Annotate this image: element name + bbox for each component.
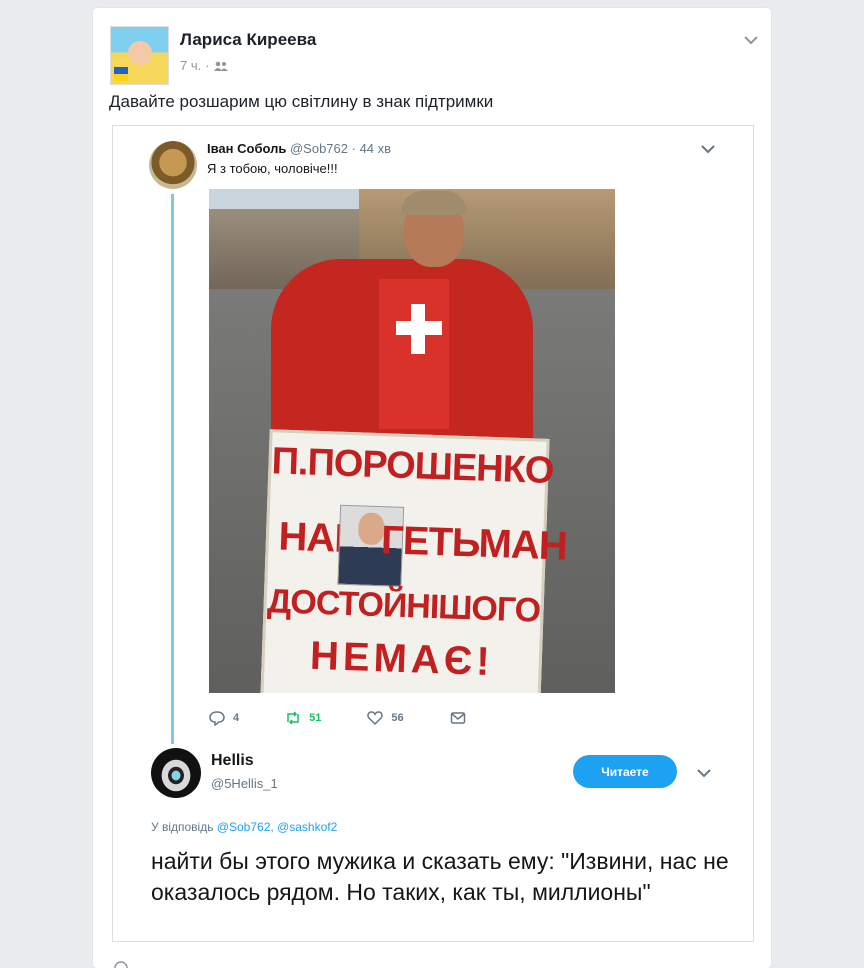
tweet-actions: 4 51 56 [209, 710, 512, 726]
chevron-down-icon[interactable] [741, 32, 761, 48]
following-button[interactable]: Читаете [573, 755, 677, 788]
tweet-author-name: Іван Соболь [207, 141, 287, 156]
reply-author-name: Hellis [211, 752, 254, 769]
tweet-screenshot[interactable]: Іван Соболь @Sob762 · 44 хв Я з тобою, ч… [112, 125, 754, 942]
tweet-author-line: Іван Соболь @Sob762 · 44 хв [207, 141, 391, 156]
replying-to: У відповідь @Sob762, @sashkof2 [151, 820, 337, 834]
sign-line-1: П.ПОРОШЕНКО [270, 440, 555, 493]
reply-author-handle: @5Hellis_1 [211, 776, 278, 791]
mention-sashkof2: @sashkof2 [277, 820, 338, 834]
photo-man-shirt [379, 279, 449, 429]
sign-line-5: НЕМАЄ! [309, 633, 495, 685]
tweet-author-avatar [149, 141, 197, 189]
like-count: 56 [391, 712, 404, 724]
ukraine-flag-icon [114, 67, 128, 81]
meta-separator: · [205, 58, 210, 73]
protest-sign: П.ПОРОШЕНКО НАШ ГЕТЬМАН ДОСТОЙНІШОГО НЕМ… [260, 429, 567, 693]
heart-icon [367, 711, 384, 726]
retweet-count: 51 [309, 712, 322, 724]
tweet-text: Я з тобою, чоловіче!!! [207, 161, 338, 176]
reply-prefix: У відповідь [151, 820, 214, 834]
photo-man-cap [401, 191, 467, 215]
reply-icon [209, 711, 225, 726]
sign-line-4: ДОСТОЙНІШОГО [266, 582, 541, 630]
retweet-icon [287, 711, 299, 725]
retweet-action[interactable]: 51 [285, 710, 321, 726]
reply-text: найти бы этого мужика и сказать ему: "Из… [151, 848, 729, 905]
reply-action[interactable]: 4 [209, 710, 239, 726]
reply-author-avatar [151, 748, 201, 798]
mention-sob762: @Sob762, [216, 820, 274, 834]
message-action[interactable] [450, 710, 466, 726]
envelope-icon [450, 712, 465, 724]
author-name[interactable]: Лариса Киреева [180, 30, 316, 50]
reply-count: 4 [233, 712, 240, 724]
avatar-face [128, 41, 152, 65]
thread-line [171, 194, 174, 744]
friends-icon[interactable] [213, 61, 228, 71]
tweet-author-handle: @Sob762 [289, 141, 349, 156]
author-avatar[interactable] [110, 26, 169, 85]
post-meta: 7 ч. · [180, 58, 228, 73]
reply-chevron-down-icon [697, 769, 711, 778]
tweet-time: · 44 хв [351, 141, 392, 156]
comment-icon-partial [114, 961, 128, 968]
sign-line-3: ГЕТЬМАН [380, 518, 568, 569]
swiss-cross-horizontal [396, 321, 442, 335]
like-action[interactable]: 56 [367, 710, 404, 726]
tweet-photo: П.ПОРОШЕНКО НАШ ГЕТЬМАН ДОСТОЙНІШОГО НЕМ… [209, 189, 615, 693]
post-time[interactable]: 7 ч. [180, 58, 201, 73]
post-text: Давайте розшарим цю світлину в знак підт… [109, 92, 494, 111]
facebook-post-card: Лариса Киреева 7 ч. · Давайте розшарим ц… [93, 8, 771, 968]
tweet-chevron-down-icon [701, 145, 715, 154]
